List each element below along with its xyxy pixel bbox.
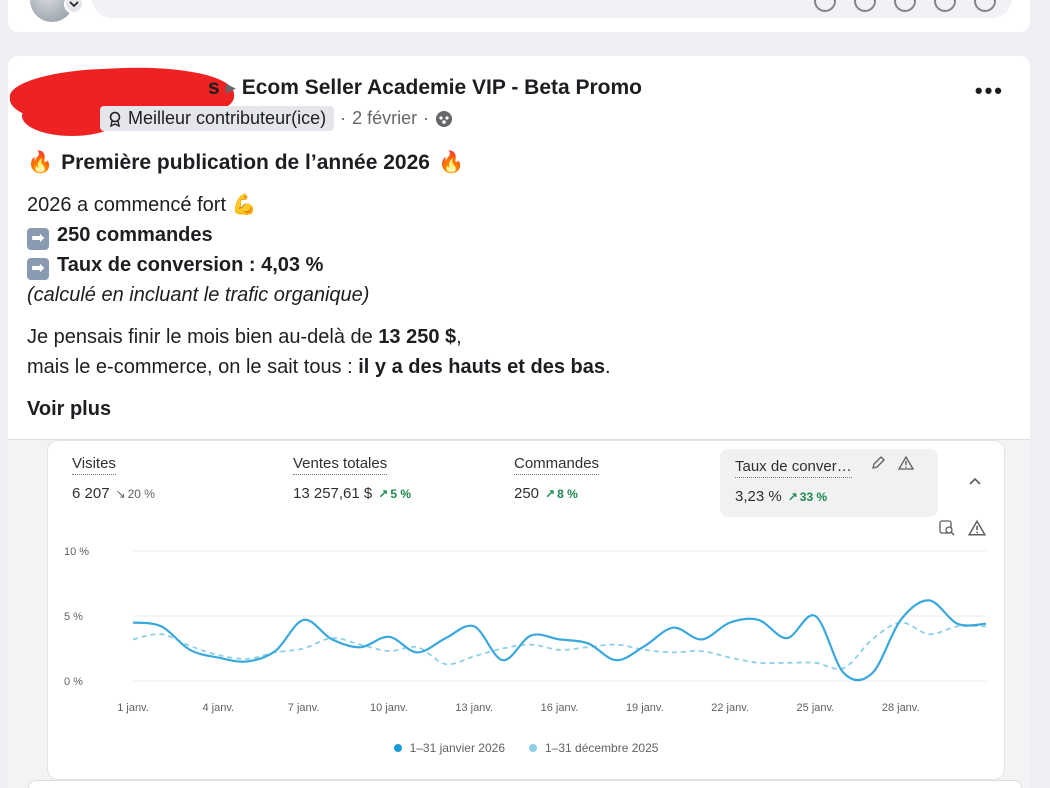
- photo-icon[interactable]: [894, 0, 916, 12]
- fire-icon: 🔥: [437, 151, 465, 174]
- text-span: Je pensais finir le mois bien au-delà de: [27, 326, 379, 348]
- paragraph-revenue: Je pensais finir le mois bien au-delà de…: [27, 322, 1007, 352]
- see-more-link[interactable]: Voir plus: [27, 394, 1007, 424]
- triangle-right-icon: ▶: [225, 80, 236, 95]
- muscle-icon: 💪: [231, 194, 257, 216]
- conversion-rate-chart: 10 % 5 % 0 % 1 janv. 4 janv. 7 janv. 10 janv. 1…: [64, 546, 987, 714]
- series-line-current: [132, 599, 987, 682]
- orders-line: ➡ 250 commandes: [27, 220, 1007, 250]
- post-meta: Meilleur contributeur(ice) · 2 février ·: [100, 106, 453, 131]
- chevron-up-icon[interactable]: [968, 473, 982, 489]
- x-tick-label: 25 janv.: [797, 702, 835, 714]
- metric-value: 6 207: [72, 485, 110, 502]
- pencil-icon[interactable]: [870, 456, 890, 475]
- y-tick-label: 5 %: [64, 611, 83, 623]
- note-line: (calculé en incluant le trafic organique…: [27, 284, 370, 306]
- legend-dot: [529, 744, 537, 752]
- metric-delta: ↗ 33 %: [788, 490, 827, 504]
- text-span: mais le e-commerce, on le sait tous :: [27, 356, 359, 378]
- legend-item[interactable]: 1–31 janvier 2026: [393, 741, 505, 755]
- camera-icon[interactable]: [934, 0, 956, 12]
- x-tick-label: 16 janv.: [541, 702, 579, 714]
- sticker-icon[interactable]: [974, 0, 996, 12]
- legend-label: 1–31 décembre 2025: [545, 741, 659, 755]
- legend-dot: [393, 744, 402, 752]
- delta-value: 5 %: [390, 487, 411, 501]
- paragraph-ups-downs: mais le e-commerce, on le sait tous : il…: [27, 352, 1007, 382]
- x-tick-label: 28 janv.: [882, 702, 920, 714]
- arrow-right-icon: ➡: [27, 228, 49, 250]
- metric-label: Ventes totales: [293, 455, 388, 475]
- x-tick-label: 19 janv.: [626, 702, 664, 714]
- x-tick-label: 22 janv.: [711, 702, 749, 714]
- metric-orders[interactable]: Commandes 250 ↗ 8 %: [514, 455, 600, 502]
- arrow-up-right-icon: ↗: [545, 487, 556, 501]
- meta-separator: ·: [423, 108, 430, 128]
- arrow-up-right-icon: ↗: [787, 490, 798, 504]
- emphasis-text: il y a des hauts et des bas: [358, 356, 606, 378]
- metric-value: 3,23 %: [735, 488, 782, 505]
- analytics-card: Visites 6 207 ↘ 20 % Ventes totales 13 25…: [48, 441, 1004, 779]
- delta-value: 8 %: [557, 487, 578, 501]
- badge-label: Meilleur contributeur(ice): [128, 108, 327, 128]
- y-tick-label: 10 %: [64, 546, 89, 558]
- conversion-line: ➡ Taux de conversion : 4,03 %: [27, 250, 1007, 280]
- arrow-right-icon: ➡: [27, 258, 49, 280]
- metric-value: 13 257,61 $: [293, 485, 373, 502]
- intro-line: 2026 a commencé fort 💪: [27, 190, 1007, 220]
- metric-label: Commandes: [514, 455, 600, 475]
- metric-label: Taux de conver…: [735, 458, 852, 478]
- post-title: 🔥 Première publication de l’année 2026 🔥: [27, 148, 1007, 178]
- metric-delta: ↗ 5 %: [378, 487, 411, 501]
- author-name[interactable]: s: [208, 76, 220, 100]
- chart-legend: 1–31 janvier 2026 1–31 décembre 2025: [48, 741, 1004, 755]
- metric-label: Visites: [72, 455, 116, 475]
- x-tick-label: 1 janv.: [117, 702, 149, 714]
- more-options-icon[interactable]: •••: [975, 80, 1004, 102]
- emoji-icon[interactable]: [814, 0, 836, 12]
- x-tick-label: 4 janv.: [203, 702, 235, 714]
- metric-total-sales[interactable]: Ventes totales 13 257,61 $ ↗ 5 %: [293, 455, 411, 502]
- arrow-up-right-icon: ↗: [378, 487, 389, 501]
- group-audience-icon: [436, 110, 453, 127]
- meta-separator: ·: [340, 108, 347, 128]
- x-tick-label: 13 janv.: [455, 702, 493, 714]
- metric-conversion-rate[interactable]: Taux de conver… 3,23 % ↗ 33 %: [735, 455, 915, 505]
- series-line-previous: [132, 621, 987, 670]
- orders-text: 250 commandes: [57, 224, 213, 246]
- metric-visits[interactable]: Visites 6 207 ↘ 20 %: [72, 455, 155, 502]
- intro-text: 2026 a commencé fort: [27, 194, 226, 216]
- gif-icon[interactable]: [854, 0, 876, 12]
- text-span: .: [605, 356, 611, 378]
- conversion-text: Taux de conversion : 4,03 %: [57, 254, 324, 276]
- revenue-amount: 13 250 $: [378, 326, 457, 348]
- contributor-badge[interactable]: Meilleur contributeur(ice): [100, 106, 335, 131]
- warning-icon[interactable]: [897, 455, 915, 475]
- post-header: s ▶ Ecom Seller Academie VIP - Beta Prom…: [208, 76, 642, 100]
- legend-label: 1–31 janvier 2026: [409, 741, 505, 755]
- group-name-link[interactable]: Ecom Seller Academie VIP - Beta Promo: [242, 76, 642, 100]
- metric-delta: ↗ 8 %: [545, 487, 578, 501]
- metric-value: 250: [514, 485, 540, 502]
- y-tick-label: 0 %: [64, 676, 83, 688]
- arrow-down-right-icon: ↘: [115, 487, 126, 501]
- delta-value: 20 %: [127, 487, 155, 501]
- metric-delta: ↘ 20 %: [116, 487, 155, 501]
- award-icon: [109, 111, 121, 127]
- post-body: 🔥 Première publication de l’année 2026 🔥…: [27, 148, 1007, 424]
- post-composer: [8, 0, 1030, 32]
- chevron-down-icon[interactable]: [64, 0, 84, 14]
- post-title-text: Première publication de l’année 2026: [61, 151, 430, 174]
- text-span: ,: [456, 326, 462, 348]
- next-post-edge: [28, 780, 1022, 788]
- legend-item[interactable]: 1–31 décembre 2025: [529, 741, 658, 755]
- post-card: s ▶ Ecom Seller Academie VIP - Beta Prom…: [8, 56, 1030, 788]
- post-date[interactable]: 2 février: [352, 108, 417, 129]
- fire-icon: 🔥: [27, 151, 54, 174]
- composer-actions: [814, 0, 996, 12]
- x-tick-label: 7 janv.: [288, 702, 320, 714]
- x-tick-label: 10 janv.: [370, 702, 408, 714]
- delta-value: 33 %: [799, 490, 828, 504]
